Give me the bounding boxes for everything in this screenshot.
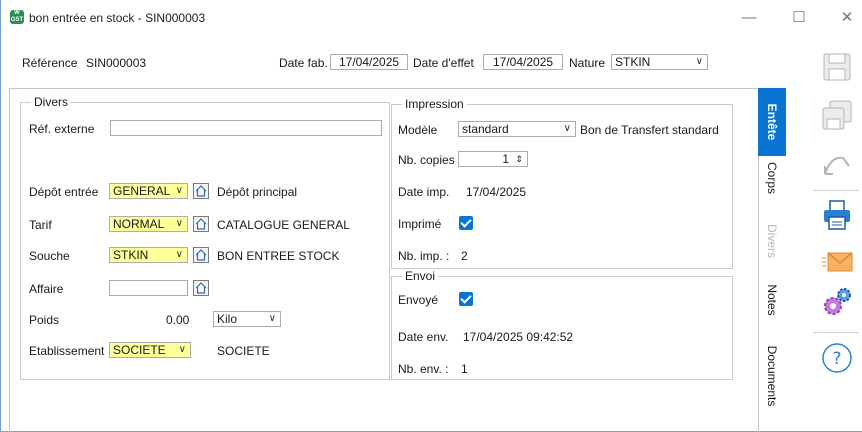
- tarif-value: NORMAL: [113, 217, 165, 231]
- etablissement-value: SOCIETE: [113, 343, 166, 357]
- depot-label: Dépôt entrée: [29, 185, 99, 199]
- nb-env-value: 1: [461, 362, 468, 376]
- help-icon[interactable]: ?: [821, 342, 853, 374]
- tab-entete-label: Entête: [765, 103, 779, 141]
- date-imp-value: 17/04/2025: [466, 185, 527, 199]
- copies-label: Nb. copies: [398, 153, 455, 167]
- toolbar-separator: [813, 190, 859, 191]
- souche-label: Souche: [29, 249, 70, 263]
- date-effet-label: Date d'effet: [413, 56, 474, 70]
- envoye-label: Envoyé: [398, 293, 439, 307]
- save-as-icon[interactable]: [821, 99, 853, 131]
- impression-title: Impression: [402, 97, 467, 111]
- spinner-icon[interactable]: ⇕: [515, 152, 523, 166]
- date-imp-label: Date imp.: [398, 185, 450, 199]
- ref-externe-label: Réf. externe: [29, 122, 95, 136]
- tarif-label: Tarif: [29, 218, 52, 232]
- nb-imp-label: Nb. imp. :: [398, 249, 450, 263]
- close-button[interactable]: ✕: [832, 8, 862, 28]
- nb-imp-value: 2: [461, 249, 468, 263]
- minimize-button[interactable]: —: [734, 8, 764, 28]
- date-effet-field[interactable]: 17/04/2025: [483, 54, 563, 70]
- copies-stepper[interactable]: 1 ⇕: [458, 151, 528, 167]
- tab-divers-label: Divers: [765, 223, 779, 259]
- souche-value: STKIN: [113, 248, 149, 262]
- souche-select[interactable]: STKIN ∨: [109, 247, 188, 263]
- save-icon[interactable]: [821, 51, 853, 83]
- nb-env-label: Nb. env. :: [398, 362, 449, 376]
- copies-value: 1: [502, 152, 509, 166]
- settings-icon[interactable]: [821, 286, 853, 318]
- tarif-desc: CATALOGUE GENERAL: [217, 218, 350, 232]
- depot-desc: Dépôt principal: [217, 185, 298, 199]
- print-icon[interactable]: [821, 199, 853, 231]
- maximize-button[interactable]: ☐: [784, 8, 814, 28]
- date-fab-label: Date fab.: [279, 56, 328, 70]
- envoye-checkbox[interactable]: [459, 292, 473, 306]
- modele-label: Modèle: [398, 123, 438, 137]
- divers-group: Divers: [20, 95, 390, 380]
- ref-externe-input[interactable]: [110, 120, 382, 136]
- undo-icon[interactable]: [821, 148, 853, 180]
- reference-value: SIN000003: [86, 56, 147, 70]
- home-icon[interactable]: [193, 247, 209, 263]
- tab-corps[interactable]: Corps: [758, 158, 786, 198]
- divers-title: Divers: [31, 95, 72, 109]
- envoi-title: Envoi: [402, 269, 439, 283]
- right-toolbar: ?: [809, 34, 862, 432]
- chevron-down-icon: ∨: [175, 249, 183, 260]
- chevron-down-icon: ∨: [178, 344, 186, 355]
- title-bar: W GST bon entrée en stock - SIN000003 — …: [1, 0, 862, 34]
- affaire-input[interactable]: [109, 280, 188, 296]
- nature-select[interactable]: STKIN ∨: [611, 54, 708, 70]
- depot-select[interactable]: GENERAL ∨: [109, 183, 188, 199]
- modele-desc: Bon de Transfert standard: [580, 123, 719, 137]
- tab-notes[interactable]: Notes: [758, 278, 786, 322]
- tab-divers[interactable]: Divers: [758, 216, 786, 266]
- chevron-down-icon: ∨: [695, 56, 703, 67]
- etablissement-select[interactable]: SOCIETE ∨: [109, 342, 191, 358]
- chevron-down-icon: ∨: [268, 313, 276, 324]
- home-icon[interactable]: [193, 216, 209, 232]
- affaire-label: Affaire: [29, 282, 64, 296]
- date-env-value: 17/04/2025 09:42:52: [463, 330, 574, 344]
- chevron-down-icon: ∨: [563, 123, 571, 134]
- toolbar-separator: [813, 332, 859, 333]
- etablissement-label: Etablissement: [29, 344, 105, 358]
- tab-notes-label: Notes: [765, 284, 779, 316]
- date-env-label: Date env.: [398, 330, 449, 344]
- nature-value: STKIN: [615, 55, 651, 69]
- modele-select[interactable]: standard ∨: [458, 121, 576, 137]
- imprime-checkbox[interactable]: [459, 216, 473, 230]
- reference-label: Référence: [22, 56, 78, 70]
- app-icon: W GST: [10, 10, 24, 24]
- souche-desc: BON ENTREE STOCK: [217, 249, 340, 263]
- nature-label: Nature: [569, 56, 606, 70]
- home-icon[interactable]: [193, 183, 209, 199]
- etablissement-desc: SOCIETE: [217, 344, 270, 358]
- window-title: bon entrée en stock - SIN000003: [29, 11, 206, 25]
- modele-value: standard: [462, 122, 509, 136]
- poids-value[interactable]: 0.00: [166, 313, 189, 327]
- imprime-label: Imprimé: [398, 217, 442, 231]
- home-icon[interactable]: [193, 280, 209, 296]
- chevron-down-icon: ∨: [175, 185, 183, 196]
- chevron-down-icon: ∨: [175, 218, 183, 229]
- email-icon[interactable]: [821, 246, 853, 278]
- poids-label: Poids: [29, 313, 60, 327]
- tab-corps-label: Corps: [765, 161, 779, 195]
- date-fab-field[interactable]: 17/04/2025: [330, 54, 408, 70]
- depot-value: GENERAL: [113, 184, 171, 198]
- poids-unit-value: Kilo: [217, 312, 238, 326]
- tarif-select[interactable]: NORMAL ∨: [109, 216, 188, 232]
- window: W GST bon entrée en stock - SIN000003 — …: [0, 0, 862, 432]
- poids-unit-select[interactable]: Kilo ∨: [213, 311, 281, 327]
- tab-documents[interactable]: Documents: [758, 336, 786, 416]
- svg-text:?: ?: [832, 349, 841, 369]
- tab-entete[interactable]: Entête: [758, 88, 786, 156]
- tab-documents-label: Documents: [765, 345, 779, 407]
